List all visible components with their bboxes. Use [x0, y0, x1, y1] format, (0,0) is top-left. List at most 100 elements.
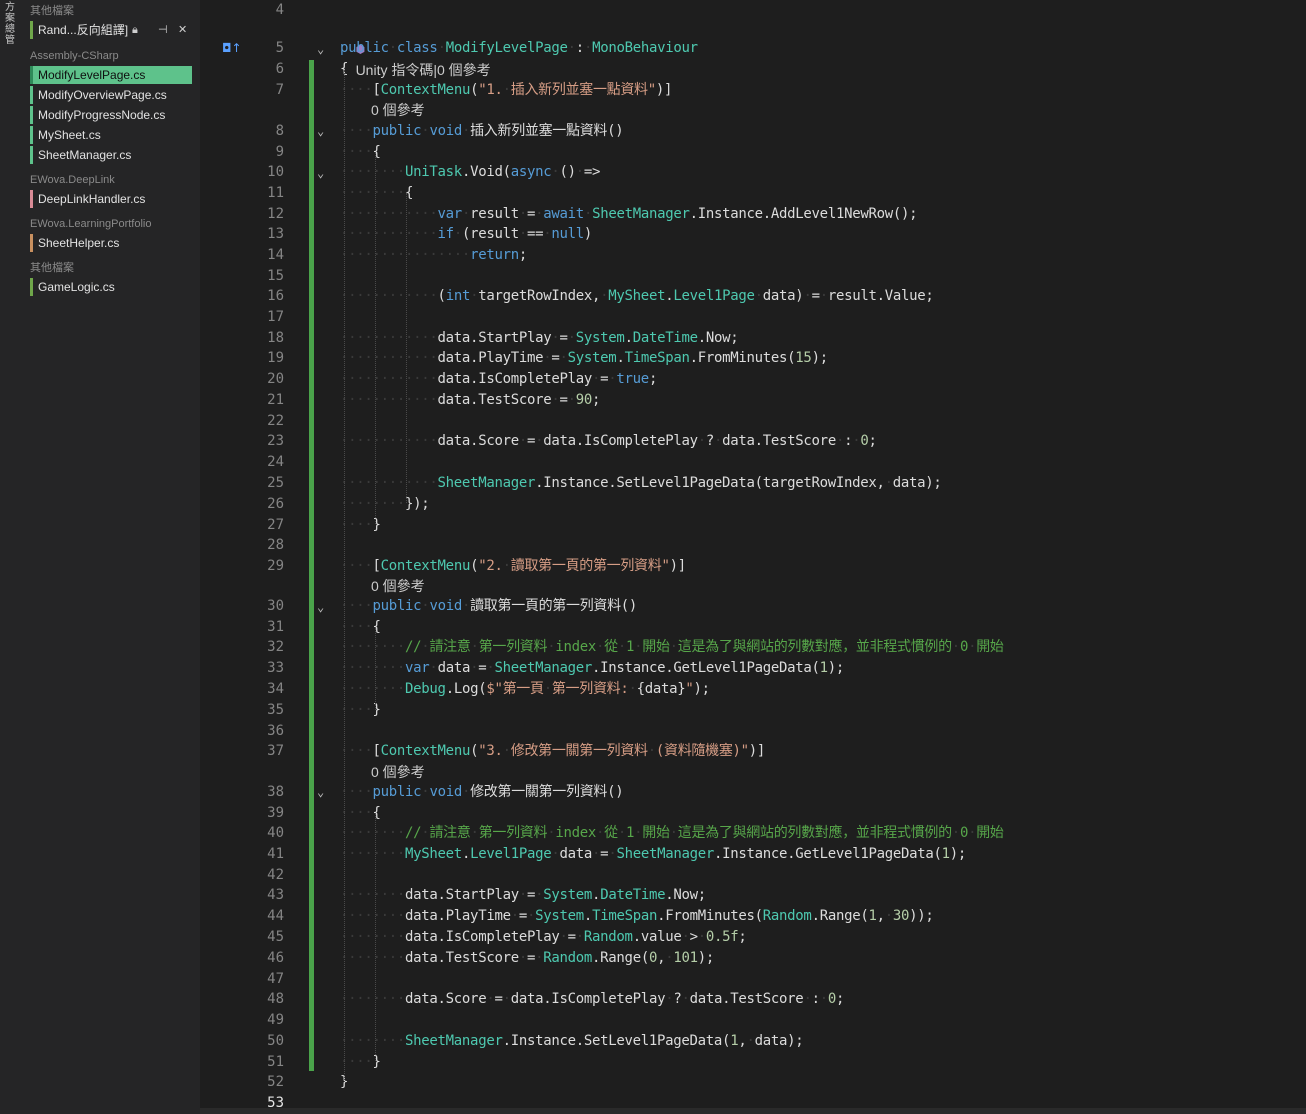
- code-line[interactable]: ····[ContextMenu("1.·插入新列並塞一點資料")]: [340, 80, 672, 101]
- code-line[interactable]: ········SheetManager.Instance.SetLevel1P…: [340, 1031, 804, 1052]
- change-tracking-bar: [309, 60, 314, 1071]
- code-token: 0.5f: [705, 929, 739, 945]
- line-number: 49: [267, 1012, 284, 1028]
- tab-modifyprogressnode[interactable]: ModifyProgressNode.cs: [30, 106, 192, 124]
- code-line[interactable]: ········var·data·=·SheetManager.Instance…: [340, 658, 844, 679]
- fold-chevron-icon[interactable]: ⌄: [317, 42, 324, 56]
- code-token: .: [583, 908, 593, 924]
- code-token: 0: [648, 950, 658, 966]
- code-line[interactable]: ················return;: [340, 245, 527, 266]
- code-token: public: [340, 40, 389, 56]
- close-icon[interactable]: ✕: [178, 21, 187, 39]
- code-line[interactable]: ············data.StartPlay·=·System.Date…: [340, 328, 739, 349]
- line-number: 25: [267, 475, 284, 491]
- code-line[interactable]: ············var·result·=·await·SheetMana…: [340, 204, 918, 225]
- tab-modifylevelpage[interactable]: ModifyLevelPage.cs: [30, 66, 192, 84]
- code-line[interactable]: ············data.TestScore·=·90;: [340, 390, 600, 411]
- fold-chevron-icon[interactable]: ⌄: [317, 166, 324, 180]
- code-token: );: [827, 660, 845, 676]
- horizontal-scrollbar[interactable]: [200, 1108, 1306, 1114]
- tab-label: Rand...反向組譯]: [38, 23, 129, 37]
- code-line[interactable]: ········UniTask.Void(async·()·=>: [340, 162, 600, 183]
- indent-guide: [375, 813, 376, 1061]
- code-token: ·result·=·: [461, 206, 544, 222]
- tab-mysheet[interactable]: MySheet.cs: [30, 126, 192, 144]
- code-line[interactable]: ········MySheet.Level1Page·data·=·SheetM…: [340, 844, 966, 865]
- code-line[interactable]: ············data.IsCompletePlay·=·true;: [340, 369, 657, 390]
- code-token: ,·data);: [738, 1033, 804, 1049]
- code-token: return: [470, 247, 519, 263]
- code-line[interactable]: ····public·void·插入新列並塞一點資料(): [340, 121, 624, 142]
- tab-sheetmanager[interactable]: SheetManager.cs: [30, 146, 192, 164]
- tab-deeplinkhandler[interactable]: DeepLinkHandler.cs: [30, 190, 192, 208]
- code-line[interactable]: public·class·ModifyLevelPage·:·MonoBehav…: [340, 38, 698, 59]
- code-token: );: [811, 350, 829, 366]
- code-token: ············(: [340, 288, 446, 304]
- code-token: System: [543, 887, 593, 903]
- code-token: TimeSpan: [592, 908, 658, 924]
- line-number: 52: [267, 1074, 284, 1090]
- fold-chevron-icon[interactable]: ⌄: [317, 785, 324, 799]
- code-token: ;: [836, 991, 845, 1007]
- code-line[interactable]: ············if·(result·==·null): [340, 224, 592, 245]
- code-token: .Instance.GetLevel1PageData(: [592, 660, 820, 676]
- code-line[interactable]: ············data.PlayTime·=·System.TimeS…: [340, 348, 828, 369]
- tab-modifyoverviewpage[interactable]: ModifyOverviewPage.cs: [30, 86, 192, 104]
- code-token: ;: [592, 392, 601, 408]
- code-line[interactable]: ············SheetManager.Instance.SetLev…: [340, 473, 942, 494]
- tab-sheethelper[interactable]: SheetHelper.cs: [30, 234, 192, 252]
- code-token: Level1Page: [470, 846, 552, 862]
- code-line[interactable]: ········data.IsCompletePlay·=·Random.val…: [340, 927, 747, 948]
- code-line[interactable]: ········});: [340, 494, 430, 515]
- code-token: ········: [340, 1033, 406, 1049]
- code-line[interactable]: ········data.Score·=·data.IsCompletePlay…: [340, 989, 844, 1010]
- code-line[interactable]: ············data.Score·=·data.IsComplete…: [340, 431, 877, 452]
- code-token: public: [372, 123, 422, 139]
- line-number: 29: [267, 558, 284, 574]
- code-token: .Void(: [461, 164, 511, 180]
- code-token: //·請注意·第一列資料·index·從·1·開始·這是為了與網站的列數對應，並…: [405, 825, 1004, 841]
- codelens-references[interactable]: 0 個參考: [371, 762, 425, 782]
- tab-label: ModifyLevelPage.cs: [38, 68, 146, 82]
- code-token: ModifyLevelPage: [445, 40, 568, 56]
- code-token: .: [461, 846, 471, 862]
- codelens-references[interactable]: 0 個參考: [371, 100, 425, 120]
- code-token: DateTime: [600, 887, 666, 903]
- code-token: ,·: [657, 950, 674, 966]
- code-token: ········data.TestScore·=·: [340, 950, 544, 966]
- code-token: MySheet: [405, 846, 462, 862]
- code-line[interactable]: ····[ContextMenu("2.·讀取第一頁的第一列資料")]: [340, 556, 686, 577]
- code-line[interactable]: ····public·void·讀取第一頁的第一列資料(): [340, 596, 637, 617]
- tab-label: ModifyProgressNode.cs: [38, 108, 166, 122]
- codelens-references[interactable]: 0 個參考: [371, 576, 425, 596]
- code-token: TimeSpan: [624, 350, 690, 366]
- code-line[interactable]: ····[ContextMenu("3.·修改第一關第一列資料·(資料隨機塞)"…: [340, 741, 765, 762]
- line-number: 38: [267, 784, 284, 800]
- code-line[interactable]: ········data.TestScore·=·Random.Range(0,…: [340, 948, 714, 969]
- line-number: 37: [267, 743, 284, 759]
- tab-rand-decompiled[interactable]: Rand...反向組譯] 🔒︎ ⊣ ✕: [30, 21, 192, 39]
- code-line[interactable]: ········//·請注意·第一列資料·index·從·1·開始·這是為了與網…: [340, 637, 1004, 658]
- code-line[interactable]: ····public·void·修改第一關第一列資料(): [340, 782, 624, 803]
- line-number: 39: [267, 805, 284, 821]
- code-line[interactable]: ········data.PlayTime·=·System.TimeSpan.…: [340, 906, 934, 927]
- code-token: ········: [340, 681, 406, 697]
- tab-group-title: Assembly-CSharp: [30, 50, 119, 62]
- code-line[interactable]: ········data.StartPlay·=·System.DateTime…: [340, 885, 706, 906]
- lock-icon: 🔒︎: [132, 24, 138, 36]
- code-line[interactable]: ········//·請注意·第一列資料·index·從·1·開始·這是為了與網…: [340, 823, 1004, 844]
- solution-explorer-label[interactable]: 方案總管: [3, 2, 17, 46]
- code-line[interactable]: ········Debug.Log($"第一頁·第一列資料:·{data}");: [340, 679, 710, 700]
- solution-explorer-strip[interactable]: 方案總管: [0, 0, 23, 1114]
- pin-icon[interactable]: ⊣: [158, 21, 168, 39]
- code-line[interactable]: ········{: [340, 183, 413, 204]
- code-line[interactable]: ············(int·targetRowIndex,·MySheet…: [340, 286, 934, 307]
- code-token: ········: [340, 846, 406, 862]
- code-token: ····[: [340, 82, 381, 98]
- tab-gamelogic[interactable]: GameLogic.cs: [30, 278, 192, 296]
- fold-chevron-icon[interactable]: ⌄: [317, 124, 324, 138]
- code-token: ·: [437, 40, 446, 56]
- fold-chevron-icon[interactable]: ⌄: [317, 600, 324, 614]
- line-number: 30: [267, 598, 284, 614]
- line-number: 46: [267, 950, 284, 966]
